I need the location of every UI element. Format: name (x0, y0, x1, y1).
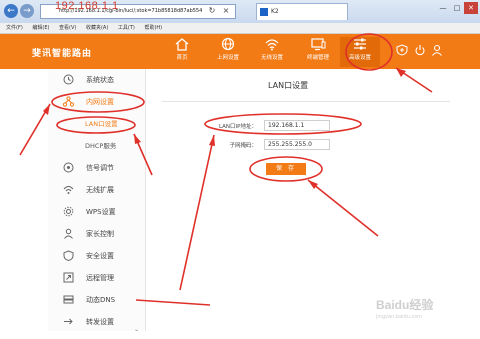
menu-file[interactable]: 文件(F) (6, 25, 23, 31)
shield-plus-icon[interactable] (396, 44, 408, 56)
menu-favorites[interactable]: 收藏夹(A) (86, 25, 108, 31)
title-divider (162, 101, 450, 102)
minimize-button[interactable]: — (436, 2, 450, 14)
sidebar-item-wireless-extend[interactable]: 无线扩展 (48, 179, 145, 201)
page-title: LAN口设置 (268, 81, 309, 90)
router-header: 斐讯智能路由 首页 上网设置 无线设置 终端管理 高级设置 (0, 34, 480, 69)
shield-icon (63, 250, 74, 261)
globe-icon (221, 37, 235, 51)
sidebar-item-label: 家长控制 (86, 230, 114, 238)
power-icon[interactable] (414, 44, 426, 56)
annotation-arrow (395, 67, 433, 93)
menu-help[interactable]: 帮助(H) (144, 25, 162, 31)
nav-devices[interactable]: 终端管理 (298, 37, 338, 67)
menu-tools[interactable]: 工具(T) (118, 25, 135, 31)
sidebar-subitem-dhcp[interactable]: DHCP服务 (48, 135, 145, 157)
lan-ip-label: LAN口IP地址： (218, 124, 257, 130)
clock-icon (63, 74, 74, 85)
nav-advanced[interactable]: 高级设置 (340, 37, 380, 67)
sidebar-item-signal[interactable]: 信号调节 (48, 157, 145, 179)
nav-wireless[interactable]: 无线设置 (252, 37, 292, 67)
annotation-arrow (179, 134, 215, 291)
sidebar: 系统状态 内网设置 ⌃ LAN口设置 DHCP服务 信号调节 无线扩展 WPS设… (48, 69, 146, 333)
nav-home[interactable]: 首页 (162, 37, 202, 67)
sidebar-item-label: 无线扩展 (86, 186, 114, 194)
sidebar-item-lan[interactable]: 内网设置 ⌃ (48, 91, 145, 113)
network-icon (63, 96, 74, 107)
save-button[interactable]: 保 存 (266, 163, 306, 175)
subnet-mask-label: 子网掩码： (229, 143, 257, 149)
wifi-icon (265, 39, 279, 51)
arrowhead (396, 68, 406, 77)
sidebar-item-label: 动态DNS (86, 296, 116, 304)
sidebar-item-system-status[interactable]: 系统状态 (48, 69, 145, 91)
nav-home-label: 首页 (176, 55, 188, 61)
tab-k2[interactable]: K2 (256, 3, 348, 20)
chevron-down-icon: ⌃ (133, 106, 139, 113)
brand-logo: 斐讯智能路由 (32, 49, 93, 59)
sidebar-item-security[interactable]: 安全设置 (48, 245, 145, 267)
nav-internet-label: 上网设置 (216, 55, 239, 61)
sidebar-item-remote[interactable]: 远程管理 (48, 267, 145, 289)
sidebar-item-forwarding[interactable]: 转发设置 ⌄ (48, 311, 145, 333)
chevron-down-icon: ⌄ (133, 326, 139, 333)
back-icon[interactable]: ← (4, 4, 18, 18)
sidebar-item-parental[interactable]: 家长控制 (48, 223, 145, 245)
annotation-arrow (19, 103, 51, 156)
signal-icon (63, 162, 74, 173)
home-icon (175, 38, 189, 51)
watermark-url: jingyan.baidu.com (376, 314, 423, 320)
sidebar-item-label: 内网设置 (86, 98, 114, 106)
close-window-button[interactable]: ✕ (464, 2, 478, 14)
dns-icon (63, 295, 74, 304)
close-icon[interactable]: × (220, 5, 232, 17)
subnet-mask-input[interactable]: 255.255.255.0 (264, 139, 330, 150)
gear-icon (63, 206, 74, 217)
sidebar-item-ddns[interactable]: 动态DNS (48, 289, 145, 311)
monitor-icon (311, 38, 326, 51)
forward-icon (64, 318, 73, 325)
sidebar-item-label: 系统状态 (86, 76, 114, 84)
extend-icon (63, 186, 74, 194)
user-icon (64, 228, 73, 239)
menu-view[interactable]: 查看(V) (59, 25, 76, 31)
annotation-arrow (307, 179, 379, 237)
lan-ip-input[interactable]: 192.168.1.1 (264, 120, 330, 131)
arrowhead (308, 180, 318, 189)
forward-icon[interactable]: → (20, 4, 34, 18)
sidebar-item-wps[interactable]: WPS设置 (48, 201, 145, 223)
maximize-button[interactable]: □ (450, 2, 464, 14)
sidebar-subitem-lan-settings[interactable]: LAN口设置 (48, 113, 145, 135)
overlay-ip-text: 192.168.1.1 (55, 0, 119, 12)
watermark-logo: Baidu经验 (376, 298, 434, 312)
nav-devices-label: 终端管理 (306, 55, 329, 61)
nav-advanced-label: 高级设置 (348, 55, 371, 61)
sidebar-item-label: 信号调节 (86, 164, 114, 172)
sidebar-item-label: 转发设置 (86, 318, 114, 326)
tab-title: K2 (271, 8, 279, 15)
remote-icon (63, 272, 74, 283)
sidebar-item-label: WPS设置 (86, 208, 116, 216)
nav-wireless-label: 无线设置 (260, 55, 283, 61)
sliders-icon (354, 38, 366, 50)
nav-internet[interactable]: 上网设置 (208, 37, 248, 67)
menu-edit[interactable]: 编辑(E) (32, 25, 49, 31)
tab-favicon-icon (260, 8, 268, 16)
refresh-icon[interactable]: ↻ (206, 5, 218, 17)
sidebar-item-label: 安全设置 (86, 252, 114, 260)
screenshot: ← → http://192.168.1.1/cgi-bin/luci/;sto… (0, 0, 480, 339)
annotation-arrow (135, 299, 211, 306)
browser-menubar: 文件(F) 编辑(E) 查看(V) 收藏夹(A) 工具(T) 帮助(H) (0, 23, 480, 34)
user-account-icon[interactable] (431, 44, 443, 56)
sidebar-item-label: 远程管理 (86, 274, 114, 282)
